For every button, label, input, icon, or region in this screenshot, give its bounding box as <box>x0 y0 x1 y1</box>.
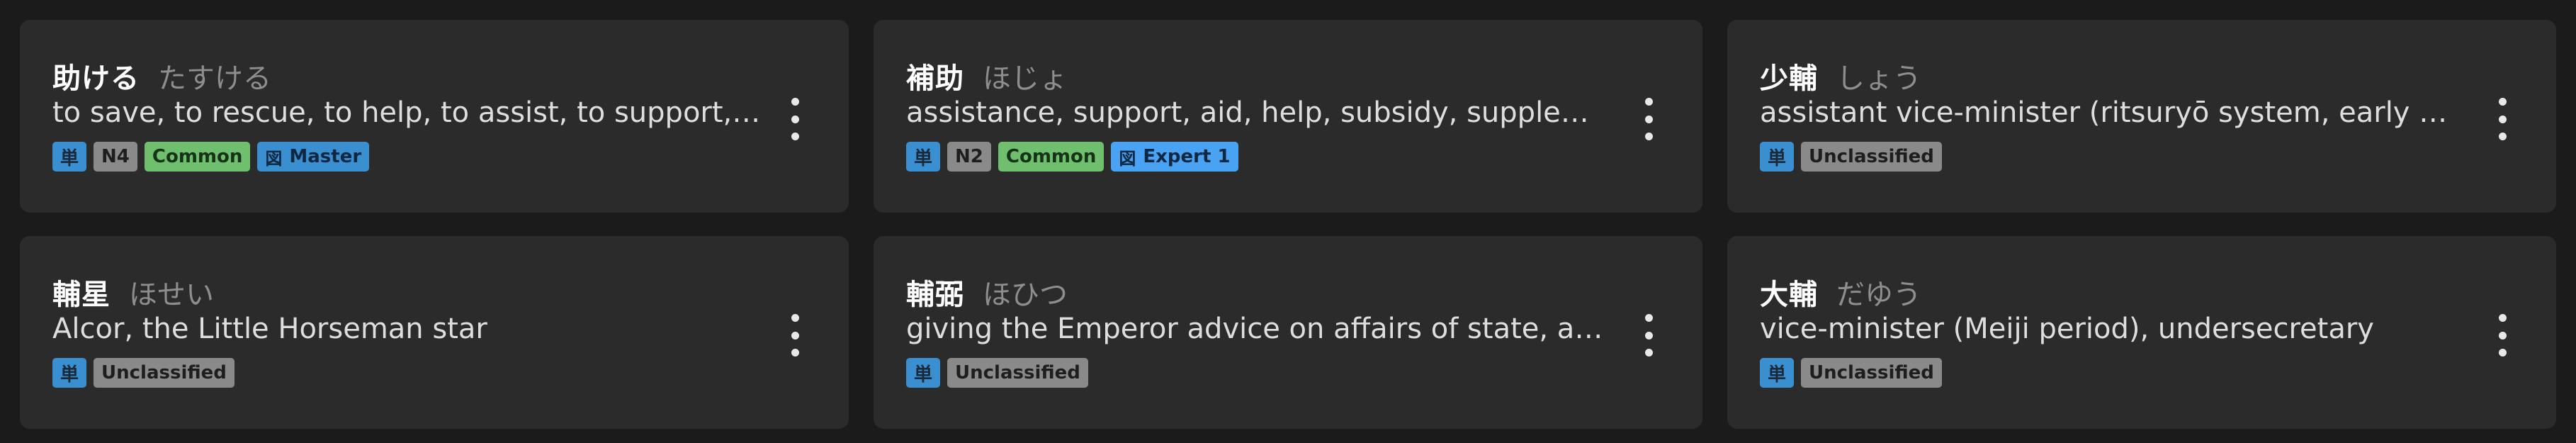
vocab-tags: 単 Unclassified <box>1760 358 2525 389</box>
vocab-word: 補助 <box>906 62 964 95</box>
common-badge: Common <box>144 142 251 172</box>
vocab-tags: 単 Unclassified <box>52 358 818 389</box>
single-word-badge: 単 <box>52 358 87 388</box>
vocab-card[interactable]: 大輔 だゆう vice-minister (Meiji period), und… <box>1727 236 2556 429</box>
vocab-meaning: assistant vice-minister (ritsuryō system… <box>1760 96 2468 129</box>
more-options-button[interactable] <box>2494 314 2511 357</box>
vocab-word: 少輔 <box>1760 62 1818 95</box>
wanikani-icon: 図 <box>265 148 283 169</box>
more-options-button[interactable] <box>2494 98 2511 140</box>
common-badge: Common <box>998 142 1105 172</box>
jlpt-level-badge: N4 <box>94 142 137 172</box>
more-options-button[interactable] <box>1640 98 1657 140</box>
vocab-meaning: to save, to rescue, to help, to assist, … <box>52 96 761 129</box>
vocab-card[interactable]: 補助 ほじょ assistance, support, aid, help, s… <box>874 20 1702 213</box>
vocab-card-header: 少輔 しょう <box>1760 55 2525 95</box>
unclassified-badge: Unclassified <box>1801 142 1942 172</box>
vocab-meaning: Alcor, the Little Horseman star <box>52 313 487 345</box>
vocab-meaning: giving the Emperor advice on affairs of … <box>906 313 1615 345</box>
vocab-reading: ほせい <box>129 279 214 311</box>
vocab-word: 大輔 <box>1760 279 1818 311</box>
more-vertical-icon <box>1644 314 1653 322</box>
vocab-card[interactable]: 輔星 ほせい Alcor, the Little Horseman star 単… <box>20 236 849 429</box>
wanikani-level-badge: 図 Master <box>257 142 370 172</box>
more-vertical-icon <box>791 98 799 106</box>
vocab-card[interactable]: 助ける たすける to save, to rescue, to help, to… <box>20 20 849 213</box>
vocab-reading: ほじょ <box>983 62 1068 95</box>
more-options-button[interactable] <box>786 98 803 140</box>
vocab-word: 輔星 <box>52 279 111 311</box>
more-vertical-icon <box>2498 314 2507 322</box>
vocab-tags: 単 Unclassified <box>906 358 1671 389</box>
single-word-badge: 単 <box>1760 142 1795 172</box>
wanikani-level-label: Master <box>289 146 362 167</box>
wanikani-icon: 図 <box>1119 148 1136 169</box>
vocab-reading: だゆう <box>1836 279 1921 311</box>
vocab-results-grid: 助ける たすける to save, to rescue, to help, to… <box>20 20 2556 429</box>
vocab-card[interactable]: 少輔 しょう assistant vice-minister (ritsuryō… <box>1727 20 2556 213</box>
jlpt-level-badge: N2 <box>947 142 991 172</box>
single-word-badge: 単 <box>52 142 87 172</box>
vocab-card-header: 補助 ほじょ <box>906 55 1671 95</box>
more-vertical-icon <box>2498 98 2507 106</box>
vocab-reading: しょう <box>1836 62 1921 95</box>
unclassified-badge: Unclassified <box>1801 358 1942 388</box>
single-word-badge: 単 <box>1760 358 1795 388</box>
more-vertical-icon <box>1644 98 1653 106</box>
vocab-card[interactable]: 輔弼 ほひつ giving the Emperor advice on affa… <box>874 236 1702 429</box>
more-options-button[interactable] <box>1640 314 1657 357</box>
vocab-tags: 単 Unclassified <box>1760 142 2525 173</box>
vocab-word: 助ける <box>52 62 140 95</box>
single-word-badge: 単 <box>906 358 941 388</box>
unclassified-badge: Unclassified <box>947 358 1088 388</box>
vocab-card-header: 輔星 ほせい <box>52 271 818 311</box>
vocab-meaning: vice-minister (Meiji period), undersecre… <box>1760 313 2374 345</box>
vocab-card-header: 大輔 だゆう <box>1760 271 2525 311</box>
vocab-meaning: assistance, support, aid, help, subsidy,… <box>906 96 1615 129</box>
vocab-card-header: 助ける たすける <box>52 55 818 95</box>
vocab-word: 輔弼 <box>906 279 964 311</box>
vocab-reading: たすける <box>158 62 271 95</box>
vocab-tags: 単 N4 Common 図 Master <box>52 142 818 173</box>
more-vertical-icon <box>791 314 799 322</box>
single-word-badge: 単 <box>906 142 941 172</box>
vocab-card-header: 輔弼 ほひつ <box>906 271 1671 311</box>
unclassified-badge: Unclassified <box>94 358 235 388</box>
vocab-tags: 単 N2 Common 図 Expert 1 <box>906 142 1671 173</box>
wanikani-level-label: Expert 1 <box>1143 146 1231 167</box>
vocab-reading: ほひつ <box>983 279 1068 311</box>
wanikani-level-badge: 図 Expert 1 <box>1111 142 1238 172</box>
more-options-button[interactable] <box>786 314 803 357</box>
